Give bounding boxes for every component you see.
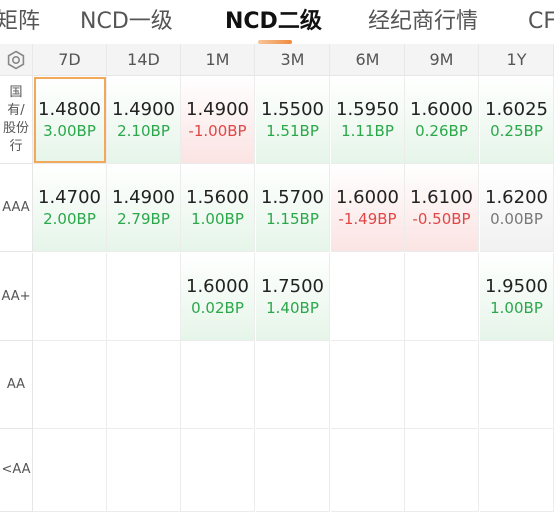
rate-value: 1.6100: [410, 186, 473, 208]
rate-cell[interactable]: 1.5500 1.51BP: [256, 76, 330, 164]
rate-cell[interactable]: 1.7500 1.40BP: [256, 253, 330, 341]
tab-bar: 矩阵 NCD一级 NCD二级 经纪商行情 CF: [0, 0, 554, 44]
rate-value: 1.5950: [336, 98, 399, 120]
rate-matrix: 7D 14D 1M 3M 6M 9M 1Y 国有/股份行 1.4800 3.00BP 1.4900…: [0, 44, 554, 512]
column-header-6m: 6M: [331, 44, 405, 76]
bp-change: 0.02BP: [191, 298, 244, 317]
row-label: AA: [0, 341, 33, 429]
bp-change: -1.00BP: [188, 121, 247, 140]
rate-cell[interactable]: 1.4800 3.00BP: [33, 76, 107, 164]
bp-change: 2.00BP: [43, 209, 96, 228]
rate-cell[interactable]: 1.4700 2.00BP: [33, 164, 107, 252]
tab-ncd-primary[interactable]: NCD一级: [80, 4, 173, 40]
rate-cell[interactable]: [181, 429, 255, 512]
bp-change: 0.26BP: [415, 121, 468, 140]
rate-value: 1.6025: [485, 98, 548, 120]
row-label-text: AA+: [1, 288, 31, 304]
rate-cell[interactable]: [33, 429, 107, 512]
rate-cell[interactable]: [33, 253, 107, 341]
column-header-row: 7D 14D 1M 3M 6M 9M 1Y: [0, 44, 554, 76]
row-label-text: 国: [9, 84, 23, 100]
rate-cell[interactable]: [107, 253, 181, 341]
rate-cell[interactable]: [107, 429, 181, 512]
rate-cell[interactable]: [405, 341, 479, 429]
rate-cell[interactable]: [107, 341, 181, 429]
row-label: AAA: [0, 164, 33, 252]
column-header-14d: 14D: [107, 44, 181, 76]
rate-cell[interactable]: [331, 253, 405, 341]
tab-matrix[interactable]: 矩阵: [0, 4, 40, 40]
bp-change: 3.00BP: [43, 121, 96, 140]
row-label-text: 行: [9, 138, 23, 154]
rate-cell[interactable]: 1.6100 -0.50BP: [405, 164, 479, 252]
bp-change: 1.00BP: [191, 209, 244, 228]
rate-value: 1.6200: [485, 186, 548, 208]
rate-cell[interactable]: 1.5950 1.11BP: [331, 76, 405, 164]
rate-cell[interactable]: [405, 253, 479, 341]
tab-ncd-secondary[interactable]: NCD二级: [225, 4, 322, 40]
bp-change: 1.40BP: [266, 298, 319, 317]
bp-change: -0.50BP: [412, 209, 471, 228]
bp-change: 1.51BP: [266, 121, 319, 140]
row-label: <AA: [0, 429, 33, 512]
row-label-text: AAA: [2, 199, 30, 215]
row-label-text: 股份: [2, 120, 29, 136]
rate-value: 1.6000: [186, 275, 249, 297]
rate-cell[interactable]: [331, 429, 405, 512]
settings-button[interactable]: [0, 44, 33, 76]
rate-cell[interactable]: 1.4900 2.79BP: [107, 164, 181, 252]
rate-value: 1.4900: [186, 98, 249, 120]
tab-broker-quotes[interactable]: 经纪商行情: [368, 4, 478, 40]
rate-value: 1.4900: [112, 186, 175, 208]
bp-change: 0.00BP: [490, 209, 543, 228]
row-label-text: <AA: [1, 462, 31, 477]
rate-cell[interactable]: [33, 341, 107, 429]
rate-value: 1.4900: [112, 98, 175, 120]
column-header-1y: 1Y: [480, 44, 554, 76]
rate-value: 1.5600: [186, 186, 249, 208]
rate-value: 1.4700: [38, 186, 101, 208]
column-header-7d: 7D: [33, 44, 107, 76]
rate-value: 1.5500: [261, 98, 324, 120]
rate-cell[interactable]: 1.6200 0.00BP: [480, 164, 554, 252]
rate-cell[interactable]: 1.6025 0.25BP: [480, 76, 554, 164]
rate-value: 1.5700: [261, 186, 324, 208]
rate-cell[interactable]: 1.6000 -1.49BP: [331, 164, 405, 252]
rate-cell[interactable]: 1.4900 2.10BP: [107, 76, 181, 164]
rate-cell[interactable]: [480, 341, 554, 429]
bp-change: -1.49BP: [338, 209, 397, 228]
rate-cell[interactable]: 1.9500 1.00BP: [480, 253, 554, 341]
rate-cell[interactable]: 1.6000 0.26BP: [405, 76, 479, 164]
rate-cell[interactable]: 1.5600 1.00BP: [181, 164, 255, 252]
rate-value: 1.6000: [410, 98, 473, 120]
bp-change: 1.15BP: [266, 209, 319, 228]
column-header-1m: 1M: [181, 44, 255, 76]
rate-cell[interactable]: [331, 341, 405, 429]
bp-change: 2.79BP: [117, 209, 170, 228]
rate-cell[interactable]: [405, 429, 479, 512]
column-header-3m: 3M: [256, 44, 330, 76]
column-header-9m: 9M: [405, 44, 479, 76]
row-label: AA+: [0, 253, 33, 341]
bp-change: 1.11BP: [341, 121, 394, 140]
row-label: 国有/股份行: [0, 76, 33, 164]
rate-value: 1.9500: [485, 275, 548, 297]
rate-cell[interactable]: 1.6000 0.02BP: [181, 253, 255, 341]
rate-cell[interactable]: [256, 429, 330, 512]
rate-cell[interactable]: [480, 429, 554, 512]
rate-cell[interactable]: [181, 341, 255, 429]
bp-change: 0.25BP: [490, 121, 543, 140]
rate-value: 1.7500: [261, 275, 324, 297]
rate-cell[interactable]: [256, 341, 330, 429]
row-label-text: AA: [6, 376, 26, 392]
tab-cf[interactable]: CF: [528, 4, 554, 40]
rate-value: 1.4800: [38, 98, 101, 120]
row-label-text: 有/: [7, 102, 25, 118]
rate-cell[interactable]: 1.4900 -1.00BP: [181, 76, 255, 164]
rate-cell[interactable]: 1.5700 1.15BP: [256, 164, 330, 252]
bp-change: 1.00BP: [490, 298, 543, 317]
bp-change: 2.10BP: [117, 121, 170, 140]
settings-icon: [7, 50, 25, 70]
rate-value: 1.6000: [336, 186, 399, 208]
